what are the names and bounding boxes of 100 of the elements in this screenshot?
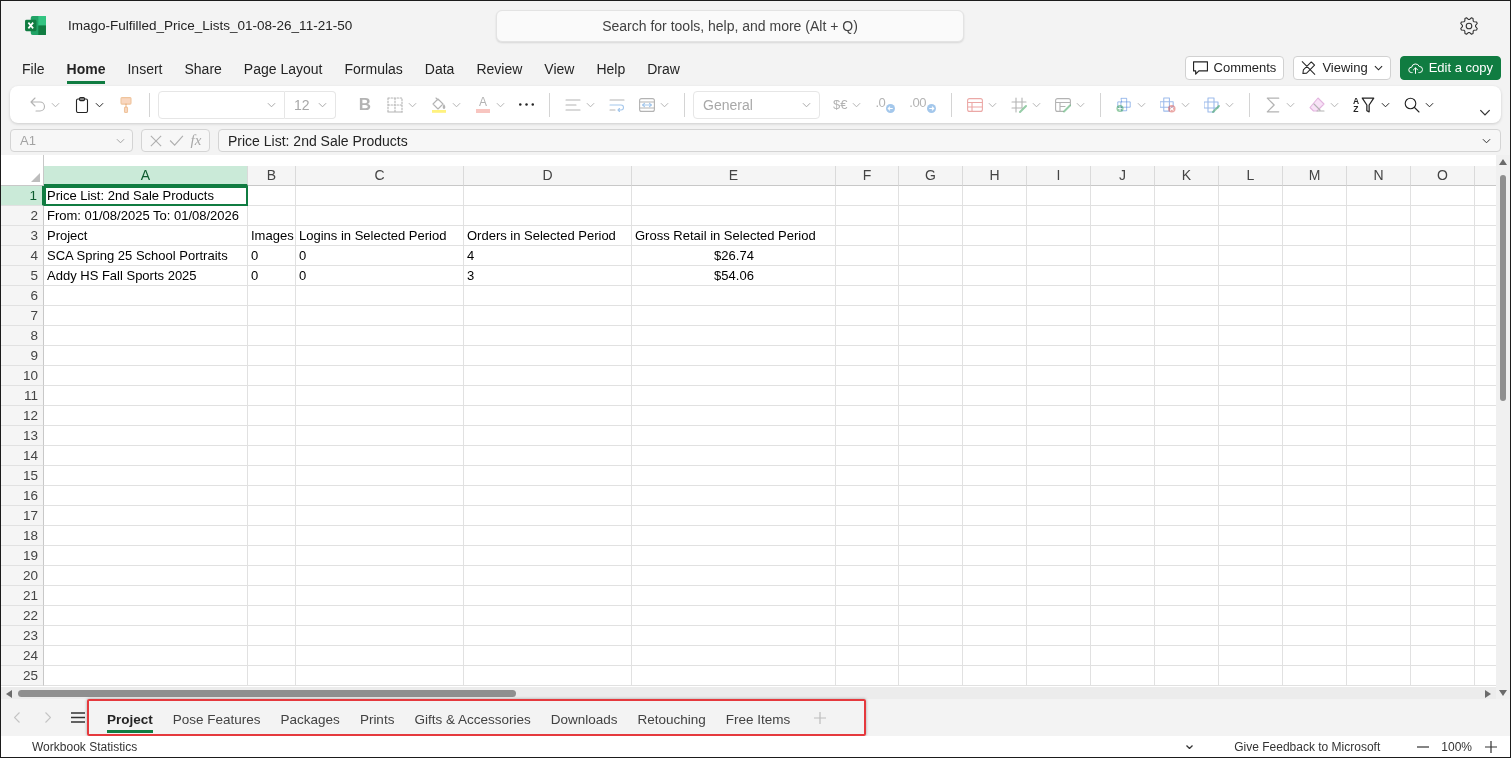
column-header[interactable]: G <box>899 166 963 186</box>
wrap-text-icon <box>609 96 625 113</box>
ribbon-tab[interactable]: Share <box>184 54 222 84</box>
ribbon-tab[interactable]: Formulas <box>344 54 403 84</box>
table-icon <box>966 96 983 113</box>
merge-cells-icon <box>639 96 655 113</box>
caret-icon <box>267 101 276 108</box>
check-icon[interactable] <box>168 135 184 146</box>
ribbon-tab[interactable]: View <box>544 54 575 84</box>
plus-icon[interactable] <box>1485 740 1497 753</box>
scrollbar-thumb[interactable] <box>1500 175 1506 401</box>
cells-pencil-icon <box>1203 96 1220 113</box>
spreadsheet-app-icon <box>25 16 46 35</box>
row-header[interactable]: 17 <box>1 506 44 526</box>
column-header[interactable]: K <box>1155 166 1219 186</box>
row-header[interactable]: 25 <box>1 666 44 686</box>
sigma-icon <box>1264 96 1281 113</box>
column-header[interactable]: J <box>1091 166 1155 186</box>
ribbon-tab[interactable]: Review <box>476 54 523 84</box>
sheet-tab[interactable]: Gifts & Accessories <box>414 705 531 733</box>
chevron-down-icon[interactable] <box>1186 744 1194 749</box>
sheet-tab[interactable]: Packages <box>280 705 340 733</box>
scroll-up-arrow-icon[interactable] <box>1499 159 1507 165</box>
zoom-level[interactable]: 100% <box>1441 739 1472 754</box>
grid-pencil-icon <box>1010 96 1027 113</box>
chevron-left-icon[interactable] <box>14 712 20 723</box>
row-header[interactable]: 19 <box>1 546 44 566</box>
row-header[interactable]: 11 <box>1 386 44 406</box>
row-header[interactable]: 18 <box>1 526 44 546</box>
row-header[interactable]: 10 <box>1 366 44 386</box>
row-header[interactable]: 20 <box>1 566 44 586</box>
ribbon-tab[interactable]: Page Layout <box>243 54 323 84</box>
row-header[interactable]: 21 <box>1 586 44 606</box>
chevron-right-icon[interactable] <box>45 712 51 723</box>
minus-icon[interactable] <box>1417 745 1430 748</box>
column-header[interactable]: B <box>248 166 296 186</box>
ribbon-tab[interactable]: Insert <box>127 54 163 84</box>
scroll-left-arrow-icon[interactable] <box>6 689 12 698</box>
formula-field[interactable]: Price List: 2nd Sale Products <box>218 129 1501 152</box>
sheet-tab[interactable]: Project <box>107 705 153 733</box>
scroll-down-arrow-icon[interactable] <box>1499 690 1507 696</box>
ribbon-tab[interactable]: File <box>22 54 45 84</box>
column-header[interactable]: L <box>1219 166 1283 186</box>
color-bar-icon <box>476 109 490 113</box>
row-header[interactable]: 15 <box>1 466 44 486</box>
undo-icon <box>30 96 46 113</box>
row-header[interactable]: 3 <box>1 226 44 246</box>
row-header[interactable]: 24 <box>1 646 44 666</box>
column-header[interactable]: C <box>296 166 464 186</box>
row-header[interactable]: 13 <box>1 426 44 446</box>
column-header[interactable]: I <box>1027 166 1091 186</box>
scroll-right-arrow-icon[interactable] <box>1485 689 1491 698</box>
row-header[interactable]: 5 <box>1 266 44 286</box>
search-field[interactable]: Search for tools, help, and more (Alt + Q) <box>496 9 964 42</box>
row-header[interactable]: 22 <box>1 606 44 626</box>
row-header[interactable]: 9 <box>1 346 44 366</box>
caret-icon <box>116 137 125 144</box>
row-header[interactable]: 8 <box>1 326 44 346</box>
status-label[interactable]: Workbook Statistics <box>32 739 138 754</box>
row-header[interactable]: 4 <box>1 246 44 266</box>
column-header[interactable]: F <box>836 166 899 186</box>
cancel-icon[interactable] <box>149 134 162 147</box>
row-header[interactable]: 1 <box>1 186 44 206</box>
feedback-link[interactable]: Give Feedback to Microsoft <box>1234 739 1381 754</box>
scrollbar-thumb[interactable] <box>18 690 516 697</box>
column-header[interactable]: E <box>632 166 836 186</box>
sheet-tab[interactable]: Retouching <box>637 705 706 733</box>
sheet-tab[interactable]: Prints <box>359 705 395 733</box>
active-cell[interactable]: Price List: 2nd Sale Products <box>44 186 248 206</box>
column-header[interactable]: A <box>44 166 248 186</box>
sheet-tab[interactable]: Free Items <box>725 705 791 733</box>
caret-icon <box>318 101 327 108</box>
settings-icon[interactable] <box>1460 16 1478 35</box>
ribbon-tab[interactable]: Data <box>424 54 455 84</box>
edit-copy-button[interactable]: Edit a copy <box>1399 55 1501 80</box>
sort-filter-button[interactable]: A Z <box>1345 90 1398 119</box>
viewing-mode-button[interactable]: Viewing <box>1293 55 1391 80</box>
ribbon-tab[interactable]: Draw <box>647 54 680 84</box>
cell-text: Images <box>251 228 294 243</box>
expand-chevron-icon[interactable] <box>1479 109 1491 116</box>
column-header[interactable]: N <box>1347 166 1411 186</box>
menu-icon[interactable] <box>71 712 85 723</box>
arrow-circle-icon <box>886 104 896 113</box>
sheet-tab[interactable]: Pose Features <box>172 705 261 733</box>
comments-button[interactable]: Comments <box>1184 55 1285 80</box>
row-header[interactable]: 7 <box>1 306 44 326</box>
cell-text: From: 01/08/2025 To: 01/08/2026 <box>47 208 239 223</box>
column-header[interactable]: M <box>1283 166 1347 186</box>
column-header[interactable]: H <box>963 166 1027 186</box>
row-header[interactable]: 6 <box>1 286 44 306</box>
ribbon-tab[interactable]: Help <box>596 54 626 84</box>
row-header[interactable]: 12 <box>1 406 44 426</box>
column-header[interactable]: D <box>464 166 632 186</box>
column-header[interactable]: O <box>1411 166 1475 186</box>
row-header[interactable]: 23 <box>1 626 44 646</box>
row-header[interactable]: 14 <box>1 446 44 466</box>
sheet-tab[interactable]: Downloads <box>550 705 618 733</box>
row-header[interactable]: 16 <box>1 486 44 506</box>
sort-letters: A Z <box>1352 96 1360 113</box>
row-header[interactable]: 2 <box>1 206 44 226</box>
